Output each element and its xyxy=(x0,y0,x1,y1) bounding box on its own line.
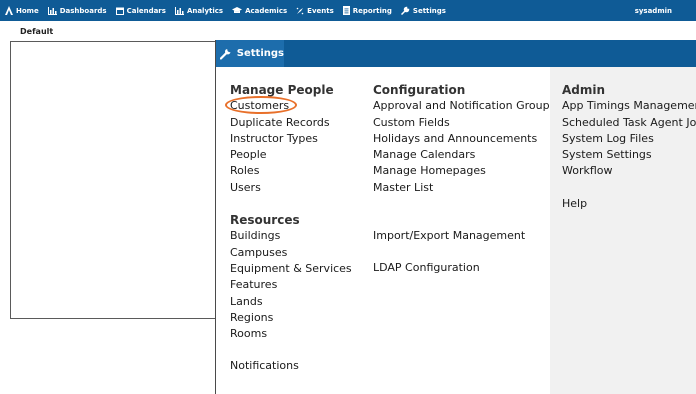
analytics-icon xyxy=(174,6,184,15)
link-approval-notification-groups[interactable]: Approval and Notification Groups xyxy=(373,98,555,114)
nav-calendars-label: Calendars xyxy=(126,6,166,15)
highlighted-item: Customers xyxy=(225,96,297,115)
home-icon xyxy=(5,6,13,15)
heading-resources: Resources xyxy=(230,213,300,228)
link-instructor-types[interactable]: Instructor Types xyxy=(230,131,352,147)
settings-tab-label: Settings xyxy=(236,48,284,59)
academics-icon xyxy=(232,7,243,13)
link-custom-fields[interactable]: Custom Fields xyxy=(373,115,555,131)
dashboard-icon xyxy=(47,6,57,15)
link-campuses[interactable]: Campuses xyxy=(230,245,352,261)
link-system-log-files[interactable]: System Log Files xyxy=(562,131,696,147)
nav-analytics-label: Analytics xyxy=(186,6,224,15)
tab-settings[interactable]: Settings xyxy=(216,40,284,67)
link-buildings[interactable]: Buildings xyxy=(230,228,352,244)
settings-panel: Settings Manage People Customers Duplica… xyxy=(216,40,696,394)
nav-dashboards[interactable]: Dashboards xyxy=(47,6,107,15)
settings-column-people: Manage People Customers Duplicate Record… xyxy=(225,82,352,375)
link-holidays-announcements[interactable]: Holidays and Announcements xyxy=(373,131,555,147)
link-master-list[interactable]: Master List xyxy=(373,180,555,196)
wrench-icon xyxy=(400,6,410,15)
nav-reporting[interactable]: Reporting xyxy=(342,6,392,15)
link-customers[interactable]: Customers xyxy=(225,96,352,115)
top-navigation-bar: Home Dashboards Calendars Analytics Acad… xyxy=(0,0,696,21)
reporting-icon xyxy=(342,6,350,15)
link-regions[interactable]: Regions xyxy=(230,310,352,326)
nav-reporting-label: Reporting xyxy=(352,6,392,15)
link-notifications[interactable]: Notifications xyxy=(230,358,352,374)
nav-home-label: Home xyxy=(16,6,39,15)
heading-admin: Admin xyxy=(562,83,606,97)
nav-settings[interactable]: Settings xyxy=(400,6,446,15)
settings-column-admin: Admin App Timings Management Scheduled T… xyxy=(550,67,696,394)
settings-header: Settings xyxy=(216,40,696,67)
link-people[interactable]: People xyxy=(230,147,352,163)
link-features[interactable]: Features xyxy=(230,277,352,293)
nav-analytics[interactable]: Analytics xyxy=(174,6,224,15)
link-users[interactable]: Users xyxy=(230,180,352,196)
nav-academics[interactable]: Academics xyxy=(232,7,287,15)
link-manage-calendars[interactable]: Manage Calendars xyxy=(373,147,555,163)
page-title: Default xyxy=(20,27,54,36)
link-duplicate-records[interactable]: Duplicate Records xyxy=(230,115,352,131)
nav-settings-label: Settings xyxy=(412,6,446,15)
nav-home[interactable]: Home xyxy=(5,6,39,15)
link-workflow[interactable]: Workflow xyxy=(562,163,696,179)
link-system-settings[interactable]: System Settings xyxy=(562,147,696,163)
events-icon xyxy=(296,7,304,14)
nav-events[interactable]: Events xyxy=(296,7,334,15)
nav-calendars[interactable]: Calendars xyxy=(115,6,166,15)
link-equipment-services[interactable]: Equipment & Services xyxy=(230,261,352,277)
link-roles[interactable]: Roles xyxy=(230,163,352,179)
heading-configuration: Configuration xyxy=(373,83,466,97)
link-import-export-management[interactable]: Import/Export Management xyxy=(373,228,555,244)
link-ldap-configuration[interactable]: LDAP Configuration xyxy=(373,260,555,276)
link-lands[interactable]: Lands xyxy=(230,294,352,310)
link-rooms[interactable]: Rooms xyxy=(230,326,352,342)
user-menu[interactable]: sysadmin xyxy=(635,0,672,21)
wrench-icon xyxy=(220,48,231,60)
link-scheduled-task-agent-jobs[interactable]: Scheduled Task Agent Jobs xyxy=(562,115,696,131)
link-help[interactable]: Help xyxy=(562,196,696,212)
calendar-icon xyxy=(115,7,124,15)
nav-events-label: Events xyxy=(307,6,334,15)
link-app-timings-management[interactable]: App Timings Management xyxy=(562,98,696,114)
nav-academics-label: Academics xyxy=(245,6,288,15)
nav-dashboards-label: Dashboards xyxy=(59,6,107,15)
link-manage-homepages[interactable]: Manage Homepages xyxy=(373,163,555,179)
settings-column-configuration: Configuration Approval and Notification … xyxy=(373,82,555,277)
